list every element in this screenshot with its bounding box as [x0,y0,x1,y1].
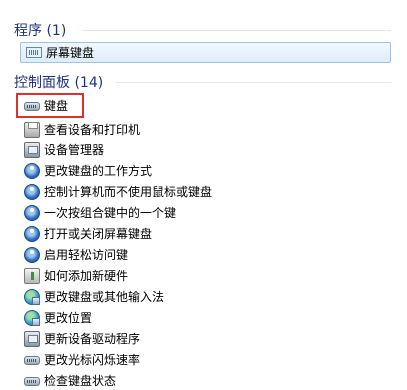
ease-of-access-icon [24,183,40,200]
device-manager-icon [24,141,40,158]
control-panel-section-title: 控制面板 (14) [14,75,104,91]
ease-of-access-icon [24,246,40,263]
ease-of-access-icon [24,204,40,221]
result-label: 键盘 [44,98,69,113]
result-ease-access-keys[interactable]: 启用轻松访问键 [24,245,128,264]
section-divider [82,30,391,31]
result-label: 控制计算机而不使用鼠标或键盘 [44,184,213,199]
result-label: 一次按组合键中的一个键 [44,205,177,220]
result-label: 打开或关闭屏幕键盘 [44,226,153,241]
result-label: 更改键盘的工作方式 [44,163,153,178]
result-change-keyboard-behavior[interactable]: 更改键盘的工作方式 [24,161,152,180]
result-on-screen-keyboard[interactable]: 屏幕键盘 [26,43,94,62]
result-devices-and-printers[interactable]: 查看设备和打印机 [24,120,140,139]
printer-icon [24,121,40,138]
result-label: 设备管理器 [44,142,105,157]
result-sticky-keys[interactable]: 一次按组合键中的一个键 [24,203,176,222]
result-label: 启用轻松访问键 [44,247,129,262]
programs-section-header[interactable]: 程序 (1) [14,20,66,40]
device-manager-icon [24,330,40,347]
result-keyboard[interactable]: 键盘 [24,96,68,115]
result-check-keyboard-status[interactable]: 检查键盘状态 [24,371,116,390]
keyboard-icon [24,356,40,365]
keyboard-icon [24,377,40,386]
result-change-location[interactable]: 更改位置 [24,308,92,327]
result-cursor-blink-rate[interactable]: 更改光标闪烁速率 [24,350,140,369]
result-label: 更改位置 [44,310,93,325]
hardware-wizard-icon [24,267,40,284]
result-label: 屏幕键盘 [46,45,95,60]
region-language-icon [24,309,40,326]
result-label: 查看设备和打印机 [44,122,141,137]
ease-of-access-icon [24,225,40,242]
result-control-without-mouse[interactable]: 控制计算机而不使用鼠标或键盘 [24,182,212,201]
result-label: 更改键盘或其他输入法 [44,289,165,304]
on-screen-keyboard-icon [26,47,42,58]
result-label: 如何添加新硬件 [44,268,129,283]
result-label: 更新设备驱动程序 [44,331,141,346]
result-change-input-method[interactable]: 更改键盘或其他输入法 [24,287,164,306]
region-language-icon [24,288,40,305]
result-toggle-on-screen-keyboard[interactable]: 打开或关闭屏幕键盘 [24,224,152,243]
result-update-device-drivers[interactable]: 更新设备驱动程序 [24,329,140,348]
programs-section-title: 程序 (1) [14,23,67,39]
start-menu-search-results: 程序 (1) 屏幕键盘 控制面板 (14) 键盘 查看设备和打印机 设备管理器 … [0,0,407,390]
keyboard-icon [24,102,40,111]
result-label: 更改光标闪烁速率 [44,352,141,367]
result-add-new-hardware[interactable]: 如何添加新硬件 [24,266,128,285]
result-device-manager[interactable]: 设备管理器 [24,140,104,159]
result-label: 检查键盘状态 [44,373,117,388]
ease-of-access-icon [24,162,40,179]
control-panel-section-header[interactable]: 控制面板 (14) [14,72,103,92]
section-divider [116,82,391,83]
